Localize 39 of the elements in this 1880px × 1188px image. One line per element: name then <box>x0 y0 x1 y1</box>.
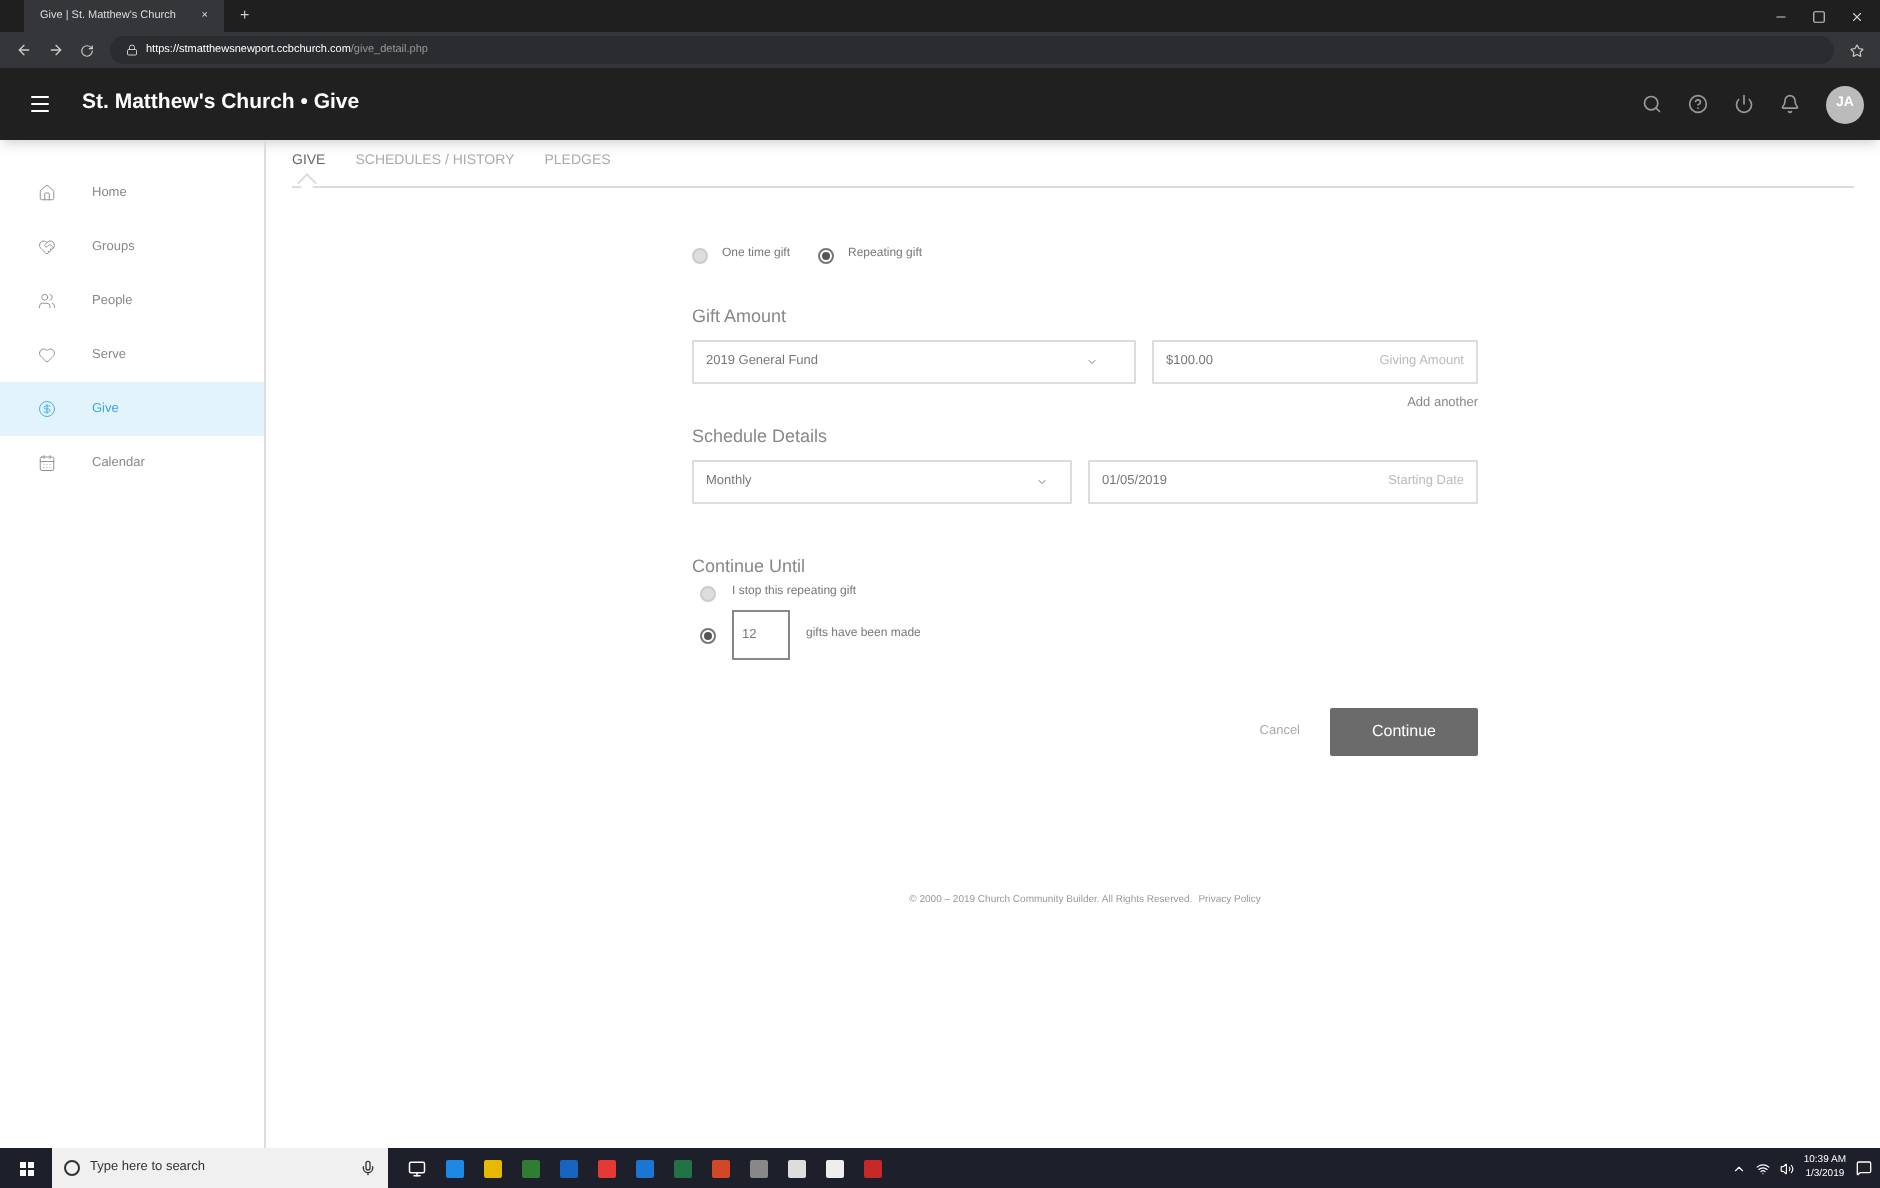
power-icon[interactable] <box>1734 94 1754 114</box>
home-icon <box>38 184 56 202</box>
search-icon[interactable] <box>1642 94 1662 114</box>
show-hidden-icons-icon[interactable] <box>1731 1161 1746 1175</box>
radio-button[interactable] <box>700 585 716 602</box>
people-icon <box>38 292 56 310</box>
continue-button[interactable]: Continue <box>1330 708 1478 757</box>
handshake-icon <box>38 238 56 256</box>
volume-icon[interactable] <box>1779 1161 1794 1175</box>
help-icon[interactable] <box>1688 94 1708 114</box>
lock-icon <box>126 44 138 56</box>
close-icon[interactable] <box>1850 9 1864 23</box>
taskbar-app-icon[interactable] <box>826 1159 844 1177</box>
section-heading: Continue Until <box>692 553 808 580</box>
section-heading: Gift Amount <box>692 304 789 330</box>
bookmark-star-icon[interactable] <box>1850 43 1864 57</box>
notification-bell-icon[interactable] <box>1780 94 1800 114</box>
radio-button[interactable] <box>818 247 835 263</box>
microphone-icon[interactable] <box>360 1160 376 1176</box>
dollar-icon <box>38 400 56 418</box>
taskbar-app-icon[interactable] <box>788 1159 806 1177</box>
dropdown-caret-icon <box>1036 475 1048 488</box>
taskbar-app-icon[interactable] <box>484 1159 502 1177</box>
back-icon[interactable] <box>16 42 32 58</box>
calendar-icon <box>38 454 56 472</box>
new-tab-button[interactable]: + <box>240 4 250 28</box>
radio-button[interactable] <box>700 627 716 644</box>
notifications-icon[interactable] <box>1856 1160 1872 1176</box>
reload-icon[interactable] <box>80 43 94 57</box>
app-title: St. Matthew's Church • Give <box>82 88 360 119</box>
forward-icon[interactable] <box>48 42 64 58</box>
maximize-icon[interactable] <box>1812 9 1826 23</box>
radio-button[interactable] <box>692 247 708 263</box>
task-view-icon[interactable] <box>408 1159 426 1177</box>
network-icon[interactable] <box>1755 1161 1770 1175</box>
menu-icon[interactable] <box>28 92 52 116</box>
dropdown-caret-icon <box>1086 355 1098 367</box>
section-heading: Schedule Details <box>692 424 830 451</box>
heart-icon <box>38 346 56 364</box>
